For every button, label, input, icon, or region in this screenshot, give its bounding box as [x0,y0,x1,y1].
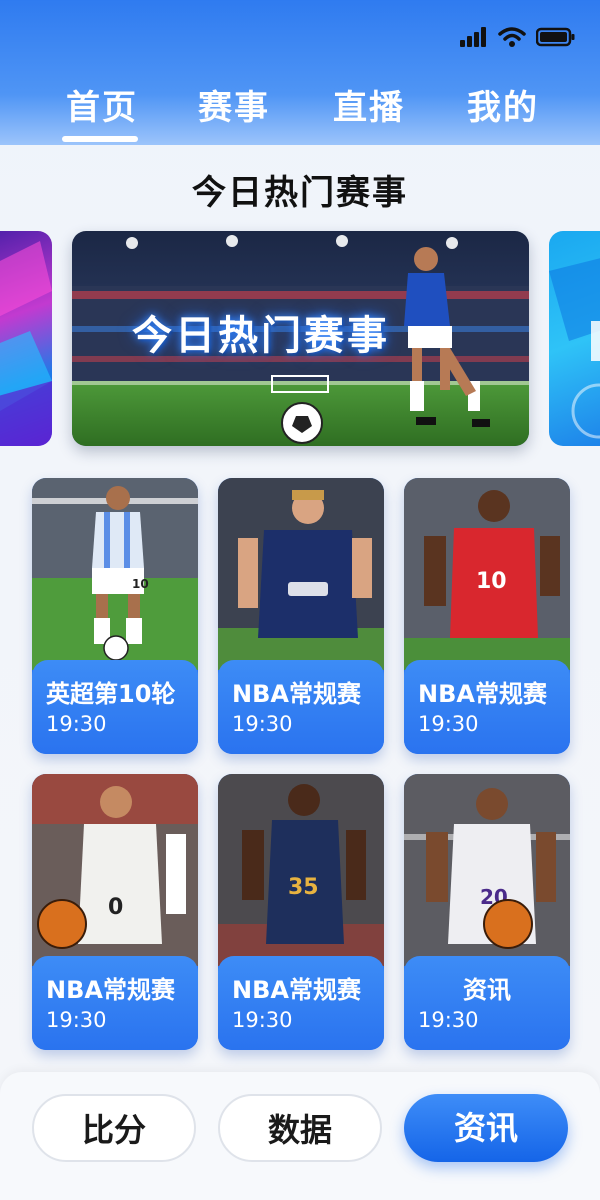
svg-text:10: 10 [476,569,507,594]
card-info: NBA常规赛 19:30 [218,660,384,754]
card-time: 19:30 [46,1008,107,1032]
match-card-5[interactable]: 35 NBA常规赛 19:30 [218,774,384,1050]
wifi-icon [498,27,526,47]
player-image: 20 [404,774,570,966]
player-image [218,478,384,670]
card-info: 英超第10轮 19:30 [32,660,198,754]
soccer-player-image: 10 [32,478,198,670]
player-image: 35 [218,774,384,966]
card-time: 19:30 [232,1008,293,1032]
card-photo [218,478,384,670]
news-button[interactable]: 资讯 [404,1094,568,1162]
match-card-1[interactable]: 10 英超第10轮 19:30 [32,478,198,754]
carousel-prev-slide[interactable] [0,231,52,446]
svg-text:10: 10 [132,577,149,591]
status-bar [460,26,576,48]
card-info: NBA常规赛 19:30 [404,660,570,754]
card-time: 19:30 [418,712,479,736]
data-button[interactable]: 数据 [218,1094,382,1162]
player-image: 0 [32,774,198,966]
featured-banner[interactable]: 今日热门赛事 [72,231,529,446]
card-title: NBA常规赛 [418,680,547,708]
svg-text:0: 0 [108,895,123,920]
svg-text:35: 35 [288,875,319,900]
card-time: 19:30 [418,1008,479,1032]
card-photo: 35 [218,774,384,966]
banner-title: 今日热门赛事 [132,313,390,359]
battery-icon [536,27,575,47]
card-photo: 0 [32,774,198,966]
app-header: 首页 赛事 直播 我的 [0,0,600,145]
player-image: 10 [404,478,570,670]
match-card-3[interactable]: 10 NBA常规赛 19:30 [404,478,570,754]
prev-slide-art [0,241,52,446]
signal-icon [460,27,486,47]
match-card-2[interactable]: NBA常规赛 19:30 [218,478,384,754]
tab-mine[interactable]: 我的 [467,80,539,129]
card-title: NBA常规赛 [232,680,361,708]
bottom-nav: 比分 数据 资讯 [0,1072,600,1200]
score-button[interactable]: 比分 [32,1094,196,1162]
card-info: NBA常规赛 19:30 [218,956,384,1050]
next-slide-art [549,258,600,439]
card-photo: 10 [404,478,570,670]
card-title: 资讯 [463,976,511,1004]
match-card-6[interactable]: 20 资讯 19:30 [404,774,570,1050]
tab-events[interactable]: 赛事 [198,80,270,129]
card-time: 19:30 [232,712,293,736]
card-photo: 20 [404,774,570,966]
card-photo: 10 [32,478,198,670]
match-card-4[interactable]: 0 NBA常规赛 19:30 [32,774,198,1050]
top-tabs: 首页 赛事 直播 我的 [0,70,600,142]
card-info: NBA常规赛 19:30 [32,956,198,1050]
card-time: 19:30 [46,712,107,736]
carousel-next-slide[interactable] [549,231,600,446]
card-info: 资讯 19:30 [404,956,570,1050]
tab-live[interactable]: 直播 [333,80,405,129]
active-tab-indicator [62,136,138,142]
card-title: 英超第10轮 [46,680,176,708]
section-title: 今日热门赛事 [192,173,408,213]
card-title: NBA常规赛 [46,976,175,1004]
card-title: NBA常规赛 [232,976,361,1004]
tab-home[interactable]: 首页 [66,80,138,129]
